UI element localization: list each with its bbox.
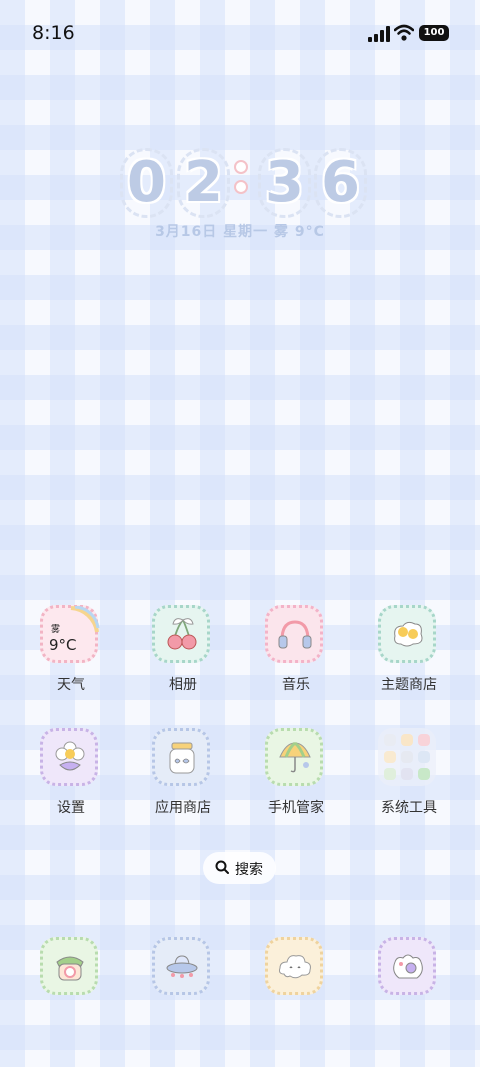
app-label: 音乐 [282,677,310,693]
signal-icon [368,26,390,42]
app-label: 系统工具 [381,800,437,816]
flower-icon [40,728,98,786]
dock-browser[interactable] [133,937,233,997]
wifi-icon [394,24,414,41]
app-label: 天气 [57,677,85,693]
umbrella-icon [265,728,323,786]
app-label: 手机管家 [268,800,324,816]
clock-digit: 6 [314,148,367,218]
app-app-store[interactable]: 应用商店 [133,728,233,838]
clock-digit: 2 [177,148,230,218]
app-gallery[interactable]: 相册 [133,605,233,715]
folder-icon [378,728,436,786]
search-label: 搜索 [235,862,263,878]
dock-phone[interactable] [21,937,121,997]
weather-icon: 雾 9°C [40,605,100,663]
camera-icon [378,937,436,995]
dock-camera[interactable] [359,937,459,997]
app-label: 主题商店 [381,677,437,693]
weather-temp: 9°C [49,636,77,654]
cloud-icon [265,937,323,995]
app-label: 应用商店 [155,800,211,816]
headphones-icon [265,605,323,663]
egg-icon [378,605,436,663]
app-phone-manager[interactable]: 手机管家 [246,728,346,838]
date-weather-line: 3月16日 星期一 雾 9°C [155,224,325,240]
jar-icon [152,728,210,786]
app-weather[interactable]: 雾 9°C 天气 [21,605,121,715]
app-settings[interactable]: 设置 [21,728,121,838]
clock-digit: 0 [120,148,173,218]
app-label: 设置 [57,800,85,816]
search-button[interactable]: 搜索 [203,852,276,884]
clock-colon [232,156,248,196]
weather-condition: 雾 [51,625,61,635]
battery-icon: 100 [419,25,449,41]
app-music[interactable]: 音乐 [246,605,346,715]
app-label: 相册 [169,677,197,693]
status-time: 8:16 [32,22,75,44]
app-theme-store[interactable]: 主题商店 [359,605,459,715]
phone-icon [40,937,98,995]
folder-system-tools[interactable]: 系统工具 [359,728,459,838]
status-bar: 8:16 100 [0,0,480,66]
cherry-icon [152,605,210,663]
ufo-icon [152,937,210,995]
dock-messages[interactable] [246,937,346,997]
search-icon [215,860,229,874]
clock-digit: 3 [258,148,311,218]
